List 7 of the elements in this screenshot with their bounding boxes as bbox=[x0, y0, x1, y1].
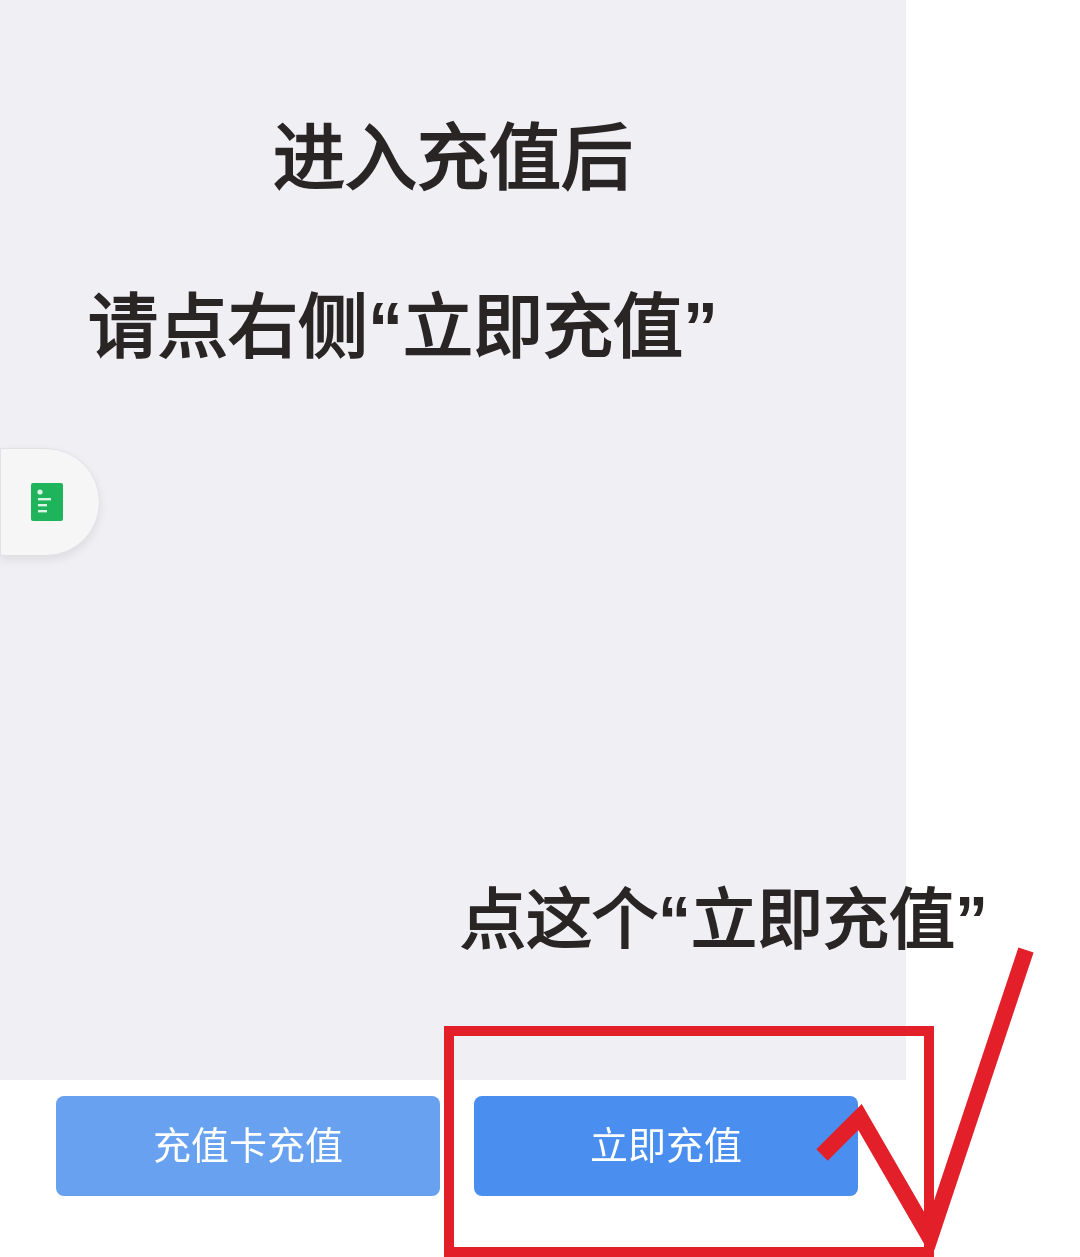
side-tab[interactable] bbox=[0, 448, 100, 556]
callout-text: 点这个“立即充值” bbox=[460, 882, 988, 958]
card-recharge-button[interactable]: 充值卡充值 bbox=[56, 1096, 440, 1196]
heading-text: 进入充值后 bbox=[273, 118, 633, 198]
instruction-text: 请点右侧“立即充值” bbox=[88, 288, 718, 368]
document-icon bbox=[31, 483, 63, 521]
recharge-now-button[interactable]: 立即充值 bbox=[474, 1096, 858, 1196]
